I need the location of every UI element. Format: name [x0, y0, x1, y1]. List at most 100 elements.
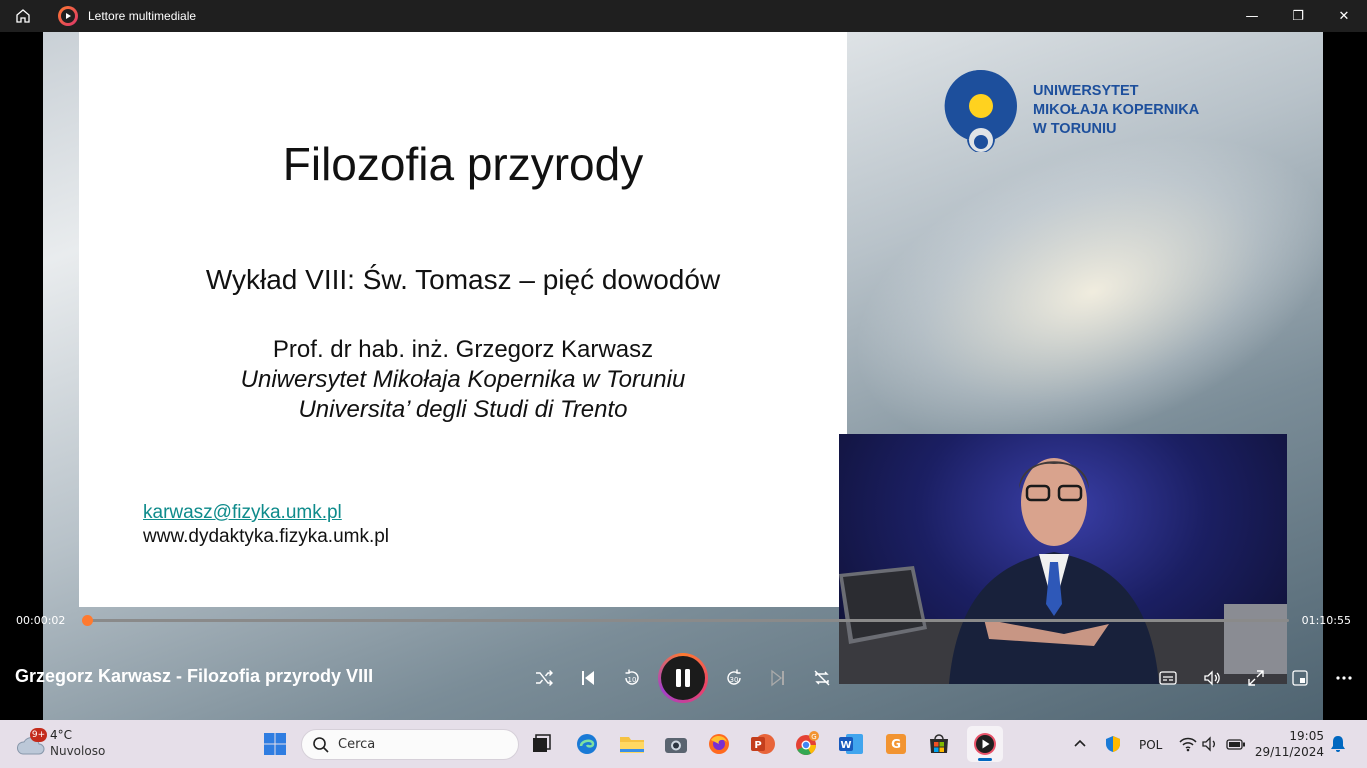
- slide-website: www.dydaktyka.fizyka.umk.pl: [143, 526, 390, 547]
- shuffle-button[interactable]: [532, 666, 556, 690]
- more-options-button[interactable]: [1332, 666, 1356, 690]
- search-icon: [313, 737, 329, 753]
- folder-icon: [620, 737, 644, 753]
- media-player-window: Lettore multimediale — ❐ ✕ Filozofia prz…: [0, 0, 1367, 768]
- windows-start-icon: [264, 733, 286, 755]
- media-player-taskbar-icon: [974, 733, 996, 755]
- previous-button[interactable]: [576, 666, 600, 690]
- tray-overflow-button[interactable]: [1064, 728, 1096, 760]
- taskbar-powerpoint[interactable]: P: [747, 728, 779, 760]
- camera-icon: [665, 738, 687, 753]
- maximize-button[interactable]: ❐: [1275, 0, 1321, 32]
- store-icon: [930, 734, 948, 753]
- seek-track[interactable]: [86, 619, 1289, 622]
- powerpoint-icon: P: [751, 734, 775, 754]
- current-time: 00:00:02: [16, 614, 66, 627]
- subtitles-icon: [1159, 671, 1177, 685]
- word-icon: W: [839, 734, 863, 754]
- taskbar-store[interactable]: [923, 728, 955, 760]
- taskbar-camera[interactable]: [660, 728, 692, 760]
- playback-controls: Grzegorz Karwasz - Filozofia przyrody VI…: [0, 636, 1367, 720]
- taskbar-file-explorer[interactable]: [616, 728, 648, 760]
- replay-10-icon: 10: [625, 669, 639, 685]
- start-button[interactable]: [259, 728, 291, 760]
- search-placeholder: Cerca: [338, 737, 376, 752]
- forward-30-icon: 30: [727, 669, 741, 685]
- title-bar: Lettore multimediale — ❐ ✕: [0, 0, 1367, 32]
- tray-security[interactable]: [1097, 728, 1129, 760]
- shield-icon: [1106, 736, 1120, 752]
- total-time: 01:10:55: [1301, 614, 1351, 627]
- pdf-app-label: G: [891, 737, 901, 751]
- logo-line-2: MIKOŁAJA KOPERNIKA: [1033, 101, 1200, 118]
- media-title: Grzegorz Karwasz - Filozofia przyrody VI…: [15, 666, 374, 686]
- taskbar-task-view[interactable]: [525, 728, 557, 760]
- logo-line-1: UNIWERSYTET: [1033, 82, 1139, 99]
- slide-author-block: Prof. dr hab. inż. Grzegorz Karwasz Uniw…: [79, 335, 847, 425]
- volume-button[interactable]: [1200, 666, 1224, 690]
- volume-icon: [1204, 670, 1220, 686]
- minimize-button[interactable]: —: [1229, 0, 1275, 32]
- clock-time[interactable]: 19:05: [1289, 729, 1324, 743]
- pdf-app-icon: G: [886, 734, 906, 754]
- weather-temperature: 4°C: [50, 728, 73, 742]
- forward-30-button[interactable]: 30: [722, 666, 746, 690]
- taskbar-chrome[interactable]: G: [791, 728, 823, 760]
- firefox-icon: [709, 734, 729, 754]
- seek-thumb[interactable]: [82, 615, 93, 626]
- fullscreen-icon: [1248, 670, 1264, 686]
- window-title: Lettore multimediale: [88, 9, 197, 23]
- umk-logo-icon: [943, 68, 1019, 154]
- windows-taskbar: 9+ 4°C Nuvoloso Cerca P G W G POL 19:05 …: [0, 720, 1367, 768]
- miniplayer-button[interactable]: [1288, 666, 1312, 690]
- home-icon: [16, 9, 30, 23]
- tray-battery[interactable]: [1220, 728, 1252, 760]
- slide-subtitle: Wykład VIII: Św. Tomasz – pięć dowodów: [205, 264, 721, 295]
- shuffle-icon: [536, 670, 553, 686]
- pause-icon: [676, 669, 690, 687]
- next-icon: [771, 669, 784, 687]
- slide-affiliation-1: Uniwersytet Mikołaja Kopernika w Toruniu: [240, 366, 686, 393]
- subtitles-button[interactable]: [1156, 666, 1180, 690]
- university-logo: UNIWERSYTET MIKOŁAJA KOPERNIKA W TORUNIU: [943, 68, 1200, 154]
- weather-widget[interactable]: 9+ 4°C Nuvoloso: [16, 728, 136, 762]
- taskbar-firefox[interactable]: [703, 728, 735, 760]
- taskbar-pdf-app[interactable]: G: [880, 728, 912, 760]
- media-player-icon: [58, 6, 78, 26]
- chrome-icon: G: [796, 731, 819, 755]
- task-view-icon: [533, 734, 551, 752]
- svg-text:W: W: [840, 740, 851, 751]
- close-button[interactable]: ✕: [1321, 0, 1367, 32]
- replay-10-button[interactable]: 10: [620, 666, 644, 690]
- active-app-indicator: [978, 758, 992, 761]
- slide-title: Filozofia przyrody: [282, 138, 644, 190]
- notifications-button[interactable]: [1322, 728, 1354, 760]
- svg-text:G: G: [811, 733, 816, 741]
- fullscreen-button[interactable]: [1244, 666, 1268, 690]
- next-button[interactable]: [766, 666, 790, 690]
- presentation-slide: Filozofia przyrody Wykład VIII: Św. Toma…: [79, 32, 847, 607]
- weather-badge: 9+: [30, 728, 47, 742]
- edge-icon: [577, 734, 597, 754]
- logo-line-3: W TORUNIU: [1033, 120, 1117, 137]
- taskbar-edge[interactable]: [571, 728, 603, 760]
- bell-icon: [1331, 736, 1345, 752]
- home-button[interactable]: [0, 0, 46, 32]
- repeat-off-icon: [814, 670, 830, 686]
- chevron-up-icon: [1074, 739, 1086, 747]
- progress-bar-row: 00:00:02 01:10:55: [0, 604, 1367, 636]
- slide-email: karwasz@fizyka.umk.pl: [143, 502, 342, 523]
- taskbar-media-player[interactable]: [967, 726, 1003, 762]
- previous-icon: [582, 671, 594, 685]
- clock-date[interactable]: 29/11/2024: [1255, 745, 1324, 759]
- language-indicator[interactable]: POL: [1139, 738, 1162, 752]
- taskbar-search[interactable]: Cerca: [301, 729, 519, 760]
- taskbar-word[interactable]: W: [835, 728, 867, 760]
- more-icon: [1336, 676, 1352, 680]
- repeat-button[interactable]: [810, 666, 834, 690]
- replay-10-label: 10: [628, 676, 637, 684]
- forward-30-label: 30: [730, 676, 739, 684]
- pause-button[interactable]: [658, 653, 708, 703]
- miniplayer-icon: [1292, 670, 1308, 686]
- svg-text:P: P: [754, 740, 761, 751]
